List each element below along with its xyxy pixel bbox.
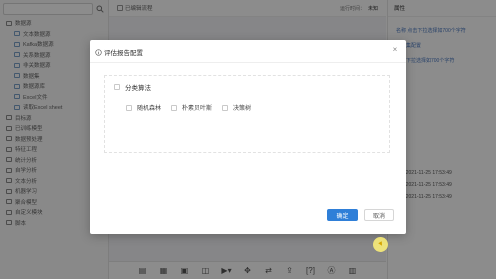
classification-algorithm-label: 分类算法 [125,85,151,92]
dialog-divider [90,62,406,63]
close-icon[interactable]: × [391,46,399,54]
option-random-forest[interactable]: 随机森林 [126,103,161,112]
checkbox-icon [114,84,120,90]
algorithm-group: 分类算法 随机森林 朴素贝叶斯 决策树 [104,75,390,153]
mouse-cursor-highlight [373,237,388,252]
app-window: 数据源 文本数据源 Kafka数据源 关系数据源 非关数据源 数据集 数据源库 Excel文件… [0,0,496,279]
option-label: 决策树 [233,106,252,112]
dialog-title: 评估报告配置 [95,47,143,57]
option-naive-bayes[interactable]: 朴素贝叶斯 [171,103,212,112]
cursor-arrow-icon [378,241,384,247]
evaluation-report-config-dialog: 评估报告配置 × 分类算法 随机森林 朴素贝叶斯 决策树 确定 取消 [90,40,406,252]
option-label: 朴素贝叶斯 [182,106,213,112]
checkbox-icon [171,104,178,111]
dialog-title-text: 评估报告配置 [104,50,143,57]
confirm-button[interactable]: 确定 [327,209,358,221]
info-icon [95,48,102,56]
classification-algorithm-checkbox[interactable]: 分类算法 [114,82,151,92]
algorithm-options: 随机森林 朴素贝叶斯 决策树 [126,103,261,112]
option-label: 随机森林 [137,106,162,112]
checkbox-icon [222,104,229,111]
checkbox-icon [126,104,132,111]
cancel-button[interactable]: 取消 [364,209,394,221]
option-decision-tree[interactable]: 决策树 [222,103,251,112]
